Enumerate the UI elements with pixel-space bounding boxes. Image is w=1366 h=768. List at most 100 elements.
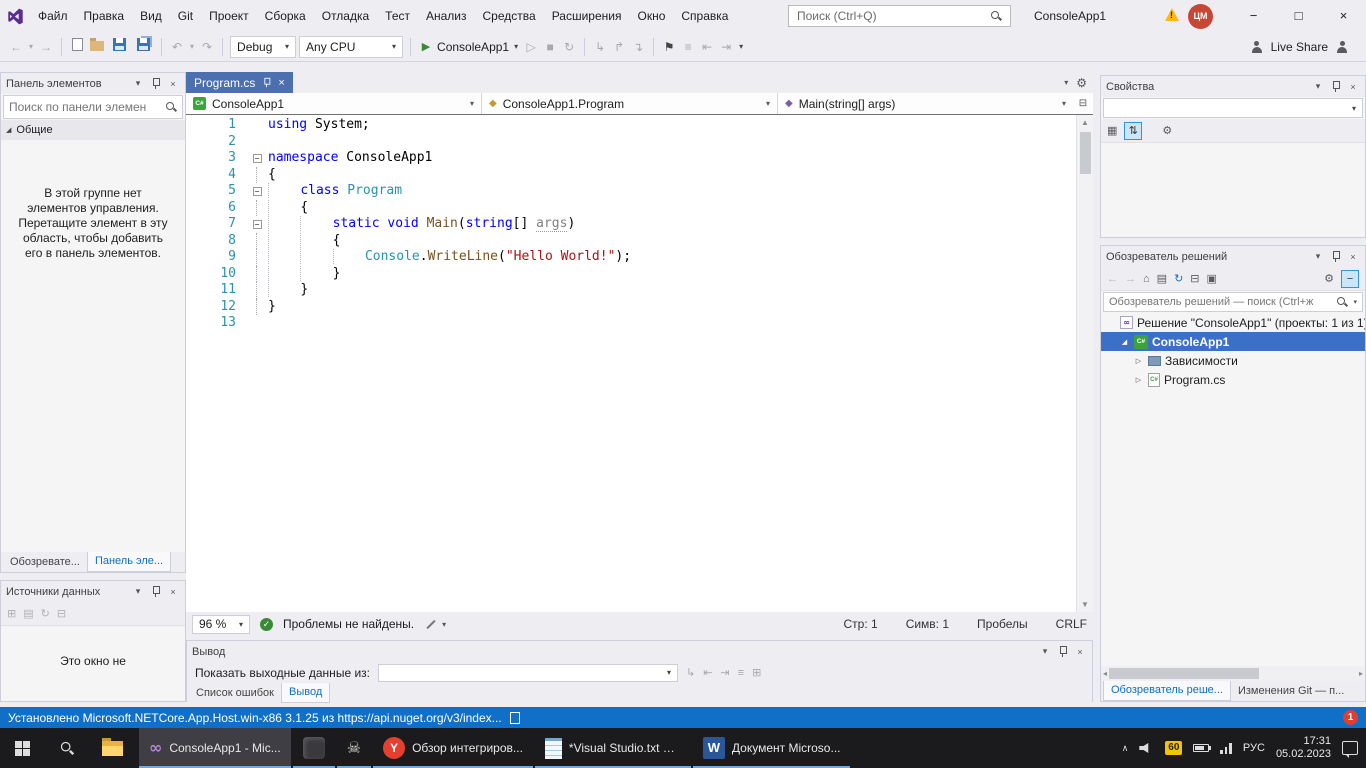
remove-source-icon[interactable]: ⊟ [57,607,66,620]
code-line-6[interactable]: 6 { [186,200,1093,217]
zoom-dropdown[interactable]: 96 %▾ [192,615,250,634]
code-line-12[interactable]: 12} [186,299,1093,316]
scroll-left-icon[interactable]: ◂ [1103,669,1107,678]
code-line-7[interactable]: 7− static void Main(string[] args) [186,216,1093,233]
toolbox-tab-0[interactable]: Обозревате... [3,553,87,572]
vertical-scrollbar[interactable]: ▲ ▼ [1076,115,1093,612]
toolbox-section-general[interactable]: ◢ Общие [1,120,185,140]
hidden-icons-chevron-icon[interactable]: ∧ [1122,743,1129,754]
fold-margin[interactable] [246,249,268,266]
fold-margin[interactable]: − [246,216,268,233]
tree-item-csfile[interactable]: ▷C#Program.cs [1101,370,1365,389]
menu-item-7[interactable]: Тест [377,0,418,32]
solution-configuration-dropdown[interactable]: Debug▾ [230,36,296,58]
member-dropdown[interactable]: ◆ Main(string[] args) ▾ [778,93,1073,114]
step-over-icon[interactable]: ↱ [611,36,627,58]
fold-margin[interactable] [246,299,268,316]
code-line-9[interactable]: 9 Console.WriteLine("Hello World!"); [186,249,1093,266]
code-line-2[interactable]: 2 [186,134,1093,151]
code-line-3[interactable]: 3−namespace ConsoleApp1 [186,150,1093,167]
back-icon[interactable]: ← [1107,273,1118,285]
network-icon[interactable] [1220,743,1232,754]
taskbar-button-y-browser[interactable]: YОбзор интегриров... [373,728,533,768]
language-indicator[interactable]: РУС [1243,742,1265,754]
user-avatar[interactable]: ЦМ [1188,4,1213,29]
next-message-icon[interactable]: ⇥ [720,666,729,679]
fold-margin[interactable] [246,266,268,283]
toolbar-options-icon[interactable]: ▾ [737,36,745,58]
horizontal-scrollbar[interactable]: ◂ ▸ [1101,666,1365,681]
home-icon[interactable]: ⌂ [1143,273,1150,285]
pin-icon[interactable] [1331,81,1340,92]
notification-badge[interactable]: 1 [1343,710,1358,725]
taskbar-search-button[interactable] [45,728,90,768]
menu-item-9[interactable]: Средства [475,0,544,32]
navigate-forward-icon[interactable]: → [38,36,54,58]
battery-percent-badge[interactable]: 60 [1165,741,1182,755]
close-button[interactable]: × [1321,0,1366,32]
navigate-backward-dropdown-icon[interactable]: ▾ [27,36,35,58]
spaces-indicator[interactable]: Пробелы [977,617,1028,631]
match-brace-icon[interactable]: ≡ [680,36,696,58]
fold-margin[interactable] [246,233,268,250]
categorized-icon[interactable]: ▦ [1107,124,1117,137]
code-line-13[interactable]: 13 [186,315,1093,332]
health-status-label[interactable]: Проблемы не найдены. [283,617,414,631]
search-options-dropdown-icon[interactable]: ▾ [1353,298,1357,306]
open-file-icon[interactable] [88,36,106,58]
chevron-down-icon[interactable]: ▾ [131,78,145,89]
code-cleanup-dropdown-icon[interactable]: ▾ [442,620,446,629]
toolbox-search-input[interactable]: Поиск по панели элемен [3,95,183,119]
code-line-8[interactable]: 8 { [186,233,1093,250]
chevron-down-icon[interactable]: ▾ [1311,251,1325,262]
menu-item-6[interactable]: Отладка [314,0,377,32]
increase-indent-icon[interactable]: ⇥ [718,36,734,58]
fold-margin[interactable]: − [246,183,268,200]
output-tab-0[interactable]: Список ошибок [189,684,281,703]
fold-margin[interactable] [246,167,268,184]
menu-item-4[interactable]: Проект [201,0,257,32]
code-line-1[interactable]: 1using System; [186,117,1093,134]
switch-views-icon[interactable]: − [1341,270,1359,288]
edit-source-icon[interactable]: ▤ [23,607,33,620]
fold-margin[interactable] [246,134,268,151]
undo-dropdown-icon[interactable]: ▾ [188,36,196,58]
code-cleanup-icon[interactable] [426,619,435,628]
solution-tab-1[interactable]: Изменения Git — п... [1231,682,1351,701]
active-files-dropdown-icon[interactable]: ▾ [1064,78,1068,87]
solution-platform-dropdown[interactable]: Any CPU▾ [299,36,403,58]
add-source-icon[interactable]: ⊞ [7,607,16,620]
navigate-backward-icon[interactable]: ← [8,36,24,58]
code-lines[interactable]: 1using System;23−namespace ConsoleApp14{… [186,115,1093,332]
chevron-down-icon[interactable]: ▾ [131,586,145,597]
undo-icon[interactable]: ↶ [169,36,185,58]
fold-margin[interactable] [246,117,268,134]
fold-margin[interactable] [246,315,268,332]
live-share-label[interactable]: Live Share [1271,40,1328,54]
close-icon[interactable]: × [1346,252,1360,262]
step-out-icon[interactable]: ↴ [630,36,646,58]
stop-icon[interactable]: ■ [542,36,558,58]
code-line-5[interactable]: 5− class Program [186,183,1093,200]
pin-icon[interactable] [151,78,160,89]
show-all-files-icon[interactable]: ▤ [1157,272,1167,285]
minimize-button[interactable]: − [1231,0,1276,32]
menu-item-11[interactable]: Окно [629,0,673,32]
fold-margin[interactable] [246,200,268,217]
start-debugging-icon[interactable]: ▶ [418,36,434,58]
tree-item-solution[interactable]: ∞Решение "ConsoleApp1" (проекты: 1 из 1) [1101,313,1365,332]
bookmark-icon[interactable]: ⚑ [661,36,677,58]
step-into-icon[interactable]: ↳ [592,36,608,58]
pin-icon[interactable] [151,586,160,597]
volume-icon[interactable] [1139,742,1154,754]
new-file-icon[interactable] [69,36,85,58]
close-icon[interactable]: × [166,587,180,597]
gear-icon[interactable]: ⚙ [1076,76,1087,90]
refresh-icon[interactable]: ↻ [1174,272,1183,285]
run-target-label[interactable]: ConsoleApp1 [437,40,509,54]
taskbar-button-skull[interactable]: ☠ [337,728,371,768]
fold-collapse-icon[interactable]: − [253,187,262,196]
start-without-debugging-icon[interactable]: ▷ [523,36,539,58]
expander-icon[interactable]: ▷ [1133,357,1144,365]
menu-item-0[interactable]: Файл [30,0,76,32]
